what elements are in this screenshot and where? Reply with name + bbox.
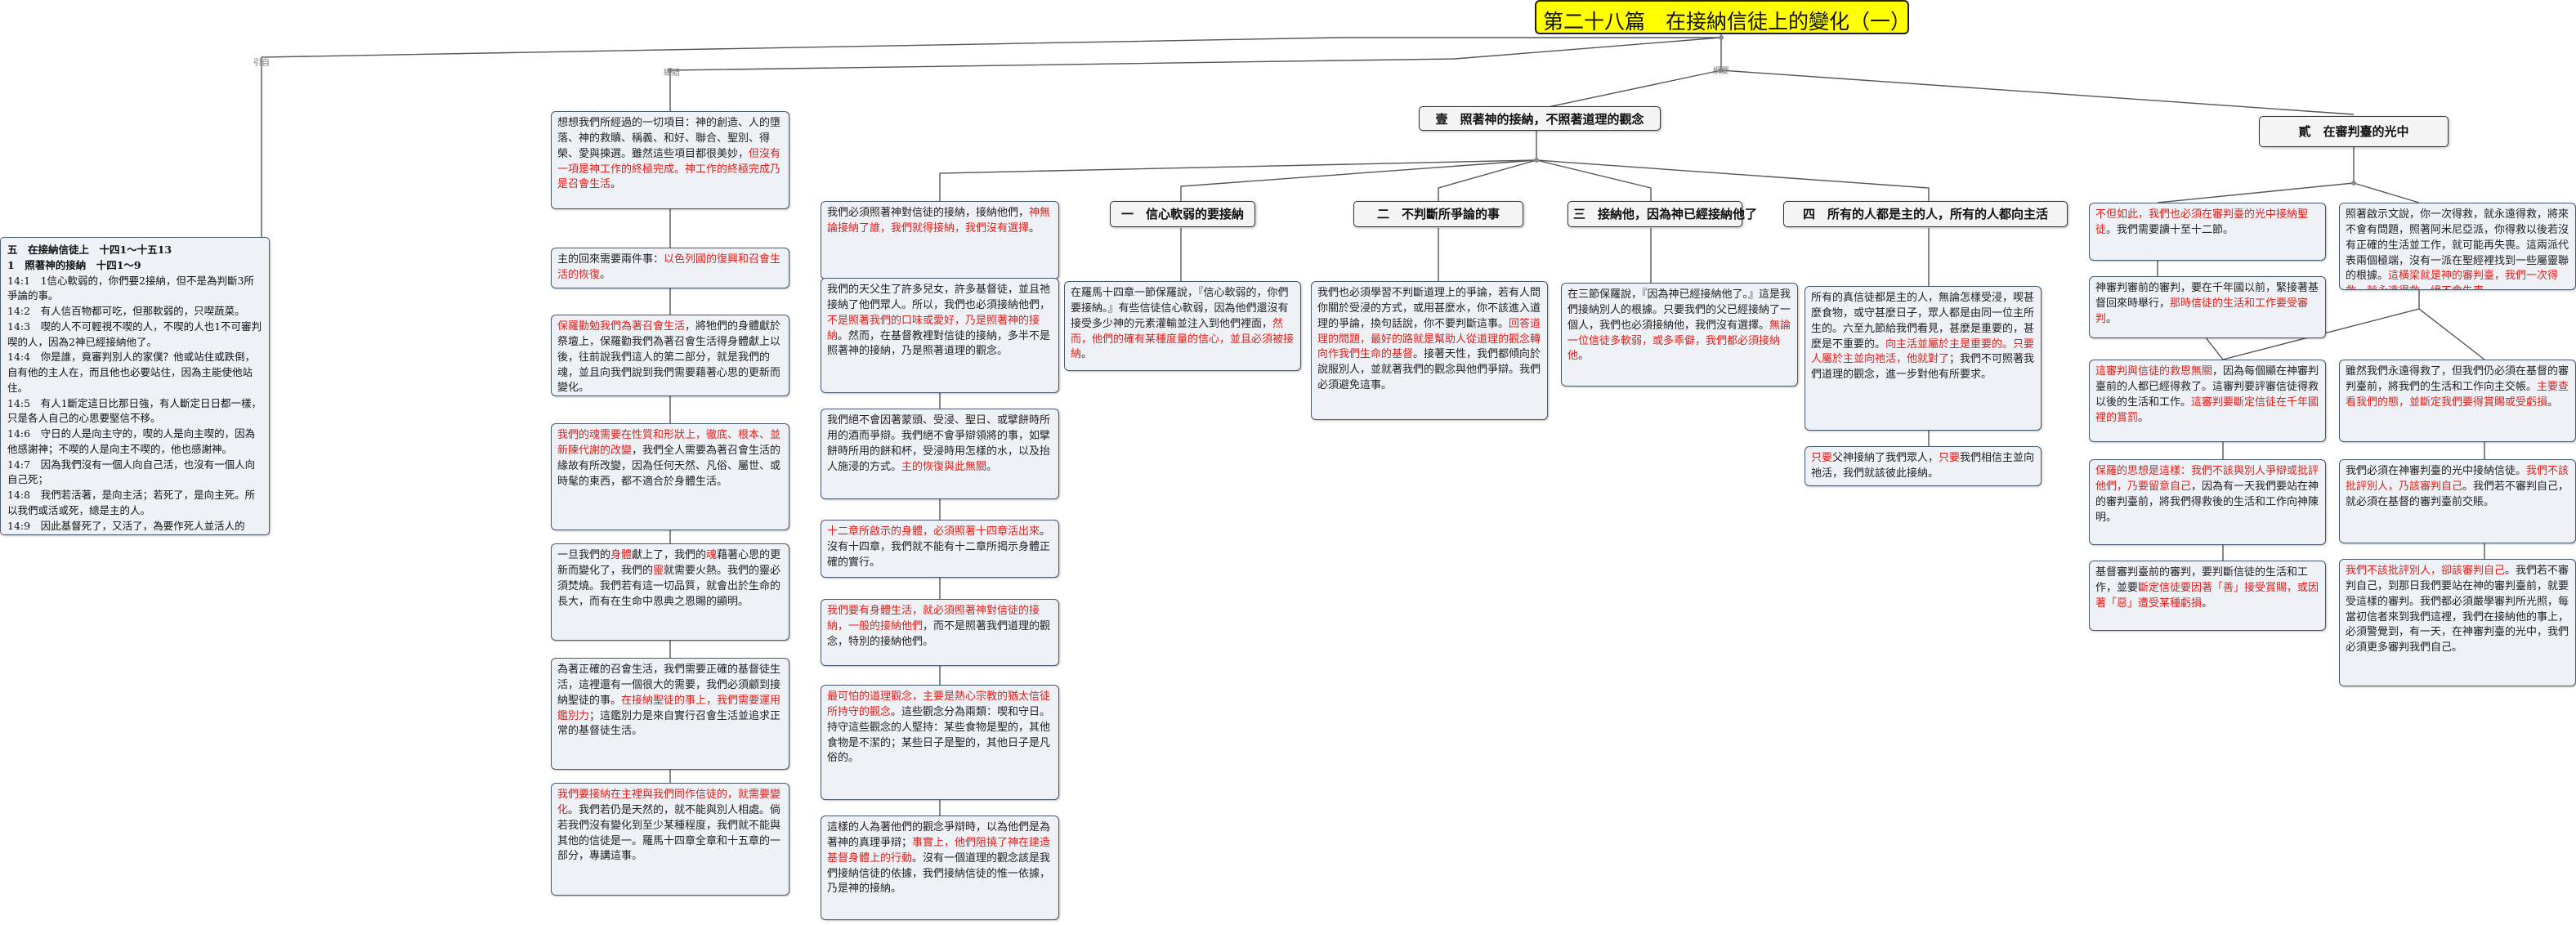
scripture-heading: 五 在接納信徒上 十四1～十五13 [7, 244, 172, 256]
section-a-col-box-2: 我們的天父生了許多兒女，許多基督徒，並且祂接納了他們眾人。所以，我們也必須接納他… [821, 278, 1059, 393]
section-b-right-box-1: 照著啟示文說，你一次得救，就永遠得救，將來不會有問題，照著阿米尼亞派，你得救以後… [2339, 203, 2576, 290]
scripture-section-heading: 1 照著神的接納 十四1～9 [7, 258, 141, 271]
body-text: 。 [1578, 350, 1590, 363]
body-text: 我們必須在神審判臺的光中接納信徒。 [2346, 465, 2527, 477]
page-title: 第二十八篇 在接納信徒上的變化（一） [1535, 0, 1911, 34]
highlight-text: 十二章所啟示的身體，必須照著十四章活出來 [827, 525, 1040, 538]
section-b-right-box-3: 我們必須在神審判臺的光中接納信徒。我們不該批評別人，乃該審判自己。我們若不審判自… [2339, 459, 2576, 543]
body-text: 我們必須照著神對信徒的接納，接納他們， [827, 207, 1030, 219]
summary-box-4: 我們的魂需要在性質和形狀上，徹底、根本、並新陳代謝的改變，我們全人需要為著召會生… [551, 423, 789, 530]
body-text: 。 [2138, 411, 2149, 424]
section-a-col-box-7: 這樣的人為著他們的觀念爭辯時，以為他們是為著神的真理爭辯；事實上，他們阻撓了神在… [821, 816, 1059, 920]
scripture-verse: 14:5 有人1斷定這日比那日強，有人斷定日日都一樣，只是各人自己的心思要堅信不… [7, 396, 262, 425]
scripture-verse: 14:9 因此基督死了，又活了，為要作死人並活人的主。 [7, 519, 245, 532]
section-b-left-box-5: 基督審判臺前的審判，要判斷信徒的生活和工作，並要斷定信徒要因著「善」接受賞賜，或… [2089, 561, 2326, 631]
summary-box-1: 想想我們所經過的一切項目：神的創造、人的墮落、神的救贖、稱義、和好、聯合、聖別、… [551, 111, 789, 209]
body-text: 父神接納了我們眾人， [1832, 452, 1939, 464]
summary-box-7: 我們要接納在主裡與我們同作信徒的，就需要變化。我們若仍是天然的，就不能與別人相處… [551, 783, 789, 896]
body-text: 獻上了，我們的 [632, 549, 707, 561]
section-b-right-box-2: 雖然我們永遠得救了，但我們仍必須在基督的審判臺前，將我們的生活和工作向主交帳。主… [2339, 360, 2576, 442]
scripture-verse: 14:1 1信心軟弱的，你們要2接納，但不是為判斷3所爭論的事。 [7, 274, 254, 302]
body-text: 。 [610, 178, 622, 191]
body-text: 主的回來需要兩件事： [557, 253, 664, 266]
section-a-col-box-4: 十二章所啟示的身體，必須照著十四章活出來。沒有十四章，我們就不能有十二章所揭示身… [821, 520, 1059, 578]
highlight-text: 保羅勸勉我們為著召會生活 [557, 320, 686, 333]
scripture-box: 五 在接納信徒上 十四1～十五13 1 照著神的接納 十四1～9 14:1 1信心軟… [0, 237, 270, 535]
scripture-verse: 14:4 你是誰，竟審判別人的家僕？他或站住或跌倒，自有他的主人在，而且他也必要… [7, 351, 256, 394]
body-text: 在羅馬十四章一節保羅說，『信心軟弱的，你們要接納。』有些信徒信心軟弱，因為他們還… [1071, 287, 1289, 330]
highlight-text: 只要 [1811, 452, 1833, 464]
highlight-text: 靈 [653, 564, 664, 577]
label-zongjie: 總結 [664, 69, 680, 78]
label-gangyao: 綱要 [1713, 67, 1729, 76]
body-text: 我們也必須學習不判斷道理上的爭論，若有人問你關於受浸的方式，或用甚麼水，你不該進… [1317, 287, 1541, 330]
section-a-col-box-6: 最可怕的道理觀念，主要是熱心宗教的猶太信徒所持守的觀念。這些觀念分為兩類：喫和守… [821, 685, 1059, 800]
scripture-verse: 14:3 喫的人不可輕視不喫的人，不喫的人也1不可審判喫的人，因為2神已經接納他… [7, 320, 262, 348]
body-text: 。然而，在基督教裡對信徒的接納，多半不是照著神的接納，乃是照著道理的觀念。 [827, 329, 1051, 358]
highlight-text: 這審判與信徒的救恩無關 [2095, 365, 2213, 378]
section-a-sub3-box: 在三節保羅說，『因為神已經接納他了。』這是我們接納別人的根據。只要我們的父已經接… [1561, 283, 1798, 387]
section-b-left-box-1: 不但如此，我們也必須在審判臺的光中接納聖徒。我們需要讀十至十二節。 [2089, 203, 2326, 261]
section-a-sub2-box: 我們也必須學習不判斷道理上的爭論，若有人問你關於受浸的方式，或用甚麼水，你不該進… [1311, 281, 1548, 420]
scripture-verse: 14:2 有人信百物都可吃，但那軟弱的，只喫蔬菜。 [7, 305, 245, 317]
scripture-verse: 14:7 因為我們沒有一個人向自己活，也沒有一個人向自己死； [7, 458, 256, 486]
body-text: 。 [2202, 597, 2213, 610]
body-text: 。我們需要讀十至十二節。 [2106, 223, 2234, 236]
highlight-text: 我們不該批評別人，卻該審判自己 [2346, 565, 2506, 577]
summary-box-5: 一旦我們的身體獻上了，我們的魂藉著心思的更新而變化了，我們的靈就需要火熱。我們的… [551, 543, 789, 641]
body-text: ；這鑑別力是來自實行召會生活並追求正常的基督徒生活。 [557, 709, 781, 738]
body-text: 。 [2106, 312, 2118, 325]
body-text: 。 [986, 460, 998, 473]
section-a-col-box-3: 我們絕不會因著蒙頭、受浸、聖日、或擘餅時所用的酒而爭辯。我們絕不會爭辯領將的事，… [821, 409, 1059, 499]
section-a-sub1-header: 一 信心軟弱的要接納 [1110, 201, 1255, 227]
body-text: 我們的天父生了許多兒女，許多基督徒，並且祂接納了他們眾人。所以，我們也必須接納他… [827, 284, 1051, 311]
highlight-text: 魂 [706, 549, 718, 561]
body-text: 。 [2484, 285, 2494, 289]
section-a-sub2-header: 二 不判斷所爭論的事 [1353, 201, 1523, 227]
highlight-text: 身體 [610, 549, 633, 561]
body-text: 在三節保羅說，『因為神已經接納他了。』這是我們接納別人的根據。只要我們的父已經接… [1568, 288, 1791, 332]
body-text: 。 [1081, 348, 1093, 361]
body-text: 。 [600, 268, 611, 281]
section-a-sub4-box-1: 所有的真信徒都是主的人，無論怎樣受浸，喫甚麼食物，或守甚麼日子，眾人都是由同一位… [1805, 286, 2042, 431]
highlight-text: 只要 [1939, 452, 1961, 464]
summary-box-2: 主的回來需要兩件事：以色列國的復興和召會生活的恢復。 [551, 248, 789, 288]
section-a-col-box-5: 我們要有身體生活，就必須照著神對信徒的接納，一般的接納他們，而不是照著我們道理的… [821, 599, 1059, 666]
section-a-col-box-1: 我們必須照著神對信徒的接納，接納他們，神無論接納了誰，我們就得接納，我們沒有選擇… [821, 201, 1059, 279]
body-text: 。 [2547, 395, 2559, 409]
body-text: 想想我們所經過的一切項目：神的創造、人的墮落、神的救贖、稱義、和好、聯合、聖別、… [557, 117, 781, 160]
section-b-right-box-4: 我們不該批評別人，卻該審判自己。我們若不審判自己，到那日我們要站在神的審判臺前，… [2339, 559, 2576, 686]
section-b-left-box-2: 神審判審前的審判，要在千年國以前，緊接著基督回來時舉行，那時信徒的生活和工作要受… [2089, 276, 2326, 338]
body-text: 一旦我們的 [557, 549, 611, 561]
section-b-left-box-3: 這審判與信徒的救恩無關，因為每個顯在神審判臺前的人都已經得救了。這審判要評審信徒… [2089, 360, 2326, 442]
section-a-sub4-box-2: 只要父神接納了我們眾人，只要我們相信主並向祂活，我們就該彼此接納。 [1805, 446, 2042, 486]
scripture-verse: 14:6 守日的人是向主守的，喫的人是向主喫的，因為他感謝神；不喫的人是向主不喫… [7, 427, 256, 455]
section-b-left-box-4: 保羅的思想是這樣：我們不該與別人爭辯或批評他們，乃要留意自己，因為有一天我們要站… [2089, 459, 2326, 545]
section-a-sub1-box: 在羅馬十四章一節保羅說，『信心軟弱的，你們要接納。』有些信徒信心軟弱，因為他們還… [1064, 281, 1301, 371]
label-yinde: 引自 [253, 59, 270, 68]
section-a-sub3-header: 三 接納他，因為神已經接納他了 [1568, 201, 1757, 227]
body-text: 。我們若仍是天然的，就不能與別人相處。倘若我們沒有變化到至少某種程度，我們就不能… [557, 803, 781, 863]
highlight-text: 主的恢復與此無關 [901, 460, 987, 473]
body-text: 雖然我們永遠得救了，但我們仍必須在基督的審判臺前，將我們的生活和工作向主交帳。 [2346, 365, 2569, 393]
body-text: 。我們若不審判自己，到那日我們要站在神的審判臺前，就要受這樣的審判。我們都必須嚴… [2346, 565, 2569, 655]
summary-box-6: 為著正確的召會生活，我們需要正確的基督徒生活，這裡還有一個很大的需要，我們必須顧… [551, 658, 789, 770]
section-a-sub4-header: 四 所有的人都是主的人，所有的人都向主活 [1783, 201, 2068, 227]
summary-box-3: 保羅勸勉我們為著召會生活，將牠們的身體獻於祭壇上，保羅勸我們為著召會生活得身體獻… [551, 315, 789, 396]
section-a-header: 壹 照著神的接納，不照著道理的觀念 [1419, 106, 1661, 131]
body-text: 。 [1029, 221, 1040, 235]
scripture-verse: 14:8 我們若活著，是向主活；若死了，是向主死。所以我們或活或死，總是主的人。 [7, 489, 256, 516]
section-b-header: 貳 在審判臺的光中 [2259, 116, 2449, 147]
